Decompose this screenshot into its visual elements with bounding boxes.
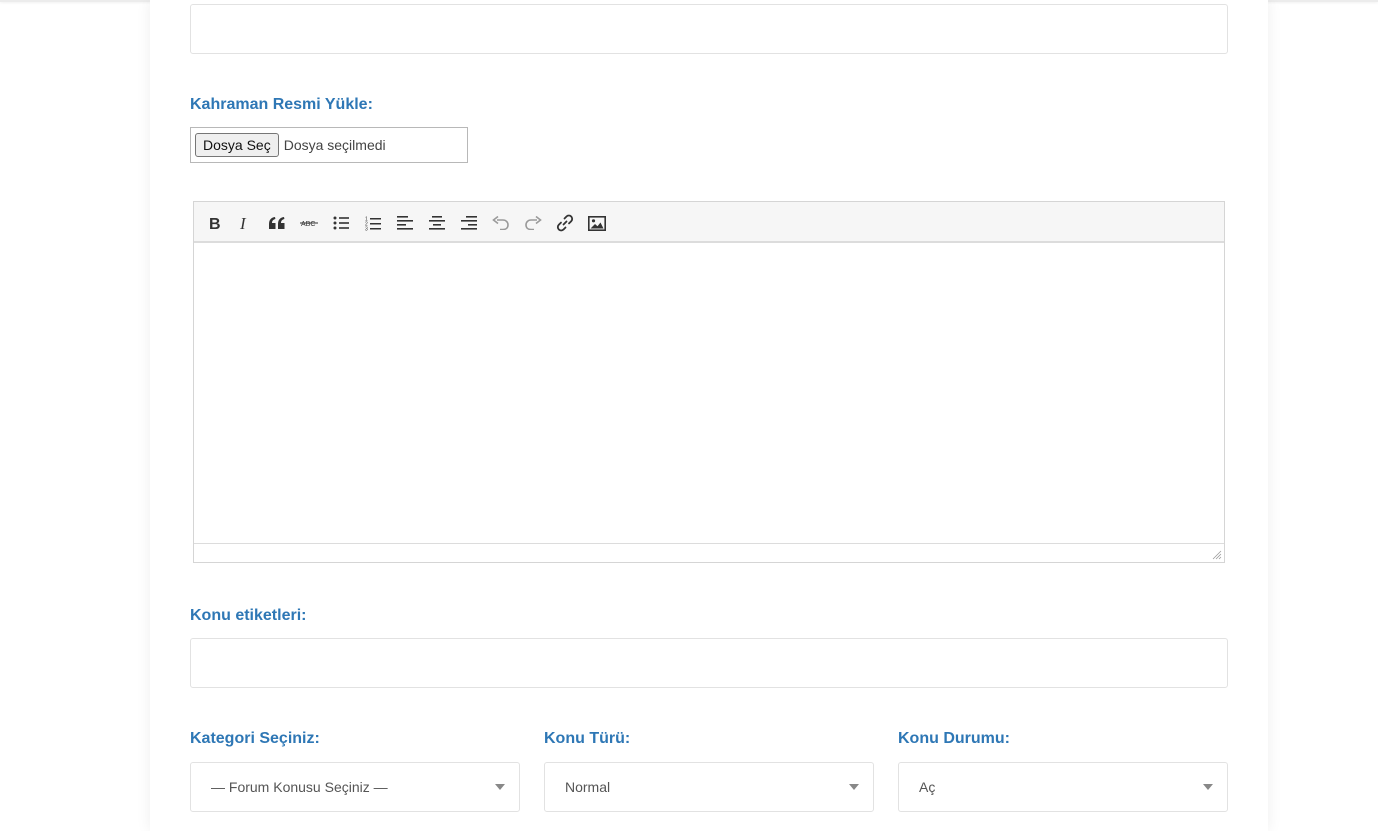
redo-button[interactable] [521, 211, 545, 235]
align-center-icon [429, 216, 445, 230]
resize-handle-icon[interactable] [1212, 550, 1222, 560]
choose-file-button[interactable]: Dosya Seç [195, 133, 279, 157]
link-icon [556, 214, 574, 232]
hero-image-file-input[interactable]: Dosya Seç Dosya seçilmedi [190, 127, 468, 163]
undo-button[interactable] [489, 211, 513, 235]
insert-link-button[interactable] [553, 211, 577, 235]
editor-statusbar [194, 543, 1224, 562]
image-icon [588, 215, 606, 231]
strikethrough-icon: ABC [300, 221, 318, 228]
svg-text:ABC: ABC [301, 221, 315, 228]
insert-image-button[interactable] [585, 211, 609, 235]
file-status-text: Dosya seçilmedi [283, 137, 386, 153]
svg-text:3: 3 [365, 226, 368, 231]
bullet-list-icon [333, 216, 349, 230]
strikethrough-button[interactable]: ABC [297, 211, 321, 235]
topic-type-label: Konu Türü: [544, 730, 631, 747]
align-right-icon [461, 216, 477, 230]
blockquote-button[interactable] [265, 211, 289, 235]
page: Kahraman Resmi Yükle: Dosya Seç Dosya se… [0, 0, 1378, 831]
chevron-down-icon [495, 784, 505, 790]
tags-label: Konu etiketleri: [190, 607, 307, 624]
italic-button[interactable]: I [233, 211, 257, 235]
title-input[interactable] [190, 4, 1228, 54]
align-left-icon [397, 216, 413, 230]
redo-icon [525, 216, 542, 230]
bold-icon: B [209, 216, 221, 231]
bold-button[interactable]: B [202, 211, 226, 235]
numbered-list-icon: 1 2 3 [365, 216, 381, 231]
svg-text:I: I [239, 215, 247, 231]
topic-status-label: Konu Durumu: [898, 730, 1010, 747]
topic-status-selected-value: Aç [919, 779, 936, 795]
align-right-button[interactable] [457, 211, 481, 235]
align-center-button[interactable] [425, 211, 449, 235]
italic-icon: I [239, 215, 247, 231]
align-left-button[interactable] [393, 211, 417, 235]
editor-toolbar: B I ABC 1 2 3 [194, 202, 1224, 243]
category-select[interactable]: — Forum Konusu Seçiniz — [190, 762, 520, 812]
category-selected-value: — Forum Konusu Seçiniz — [211, 779, 388, 795]
topic-status-select[interactable]: Aç [898, 762, 1228, 812]
quote-icon [269, 217, 285, 229]
svg-text:B: B [209, 216, 221, 231]
rich-text-editor: B I ABC 1 2 3 [193, 201, 1225, 563]
numbered-list-button[interactable]: 1 2 3 [361, 211, 385, 235]
tags-input[interactable] [190, 638, 1228, 688]
chevron-down-icon [849, 784, 859, 790]
chevron-down-icon [1203, 784, 1213, 790]
category-label: Kategori Seçiniz: [190, 730, 320, 747]
undo-icon [492, 216, 509, 230]
bullet-list-button[interactable] [329, 211, 353, 235]
topic-type-select[interactable]: Normal [544, 762, 874, 812]
topic-type-selected-value: Normal [565, 779, 611, 795]
editor-content-area[interactable] [194, 243, 1224, 543]
hero-image-label: Kahraman Resmi Yükle: [190, 96, 373, 113]
